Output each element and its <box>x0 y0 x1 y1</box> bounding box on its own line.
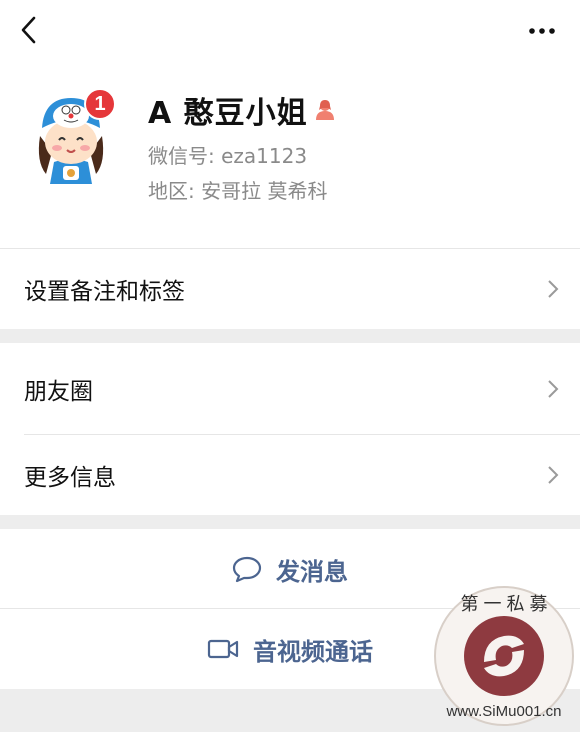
video-call-label: 音视频通话 <box>253 637 373 666</box>
send-message-label: 发消息 <box>276 557 348 586</box>
watermark-top-text: 第 一 私 募 <box>460 594 547 614</box>
wechat-id: 微信号: eza1123 <box>148 144 308 168</box>
section-separator <box>0 515 580 529</box>
chevron-right-icon <box>546 378 560 400</box>
notification-badge: 1 <box>84 88 116 120</box>
top-bar <box>0 0 580 62</box>
chat-bubble-icon <box>232 556 262 583</box>
back-button[interactable] <box>14 12 44 48</box>
region: 地区: 安哥拉 莫希科 <box>148 179 328 203</box>
more-info-label: 更多信息 <box>24 465 116 491</box>
female-user-icon <box>314 99 336 121</box>
more-info-item[interactable]: 更多信息 <box>0 435 580 515</box>
set-remark-tags-item[interactable]: 设置备注和标签 <box>0 249 580 329</box>
nickname: A 憨豆小姐 <box>148 96 308 131</box>
chevron-right-icon <box>546 464 560 486</box>
watermark-bottom-text: www.SiMu001.cn <box>445 703 561 720</box>
profile-header: 1 A 憨豆小姐 微信号: eza1123 地区: 安哥拉 莫希科 <box>0 62 580 248</box>
back-chevron-icon <box>21 16 36 44</box>
more-dots-icon <box>529 28 555 34</box>
more-button[interactable] <box>524 16 560 46</box>
video-camera-icon <box>207 639 239 659</box>
set-remark-tags-label: 设置备注和标签 <box>24 279 185 305</box>
chevron-right-icon <box>546 278 560 300</box>
moments-item[interactable]: 朋友圈 <box>0 343 580 435</box>
watermark-seal: 第 一 私 募 www.SiMu001.cn <box>432 584 576 728</box>
section-separator <box>0 329 580 343</box>
name-row: A 憨豆小姐 <box>148 90 336 131</box>
moments-label: 朋友圈 <box>24 379 93 405</box>
